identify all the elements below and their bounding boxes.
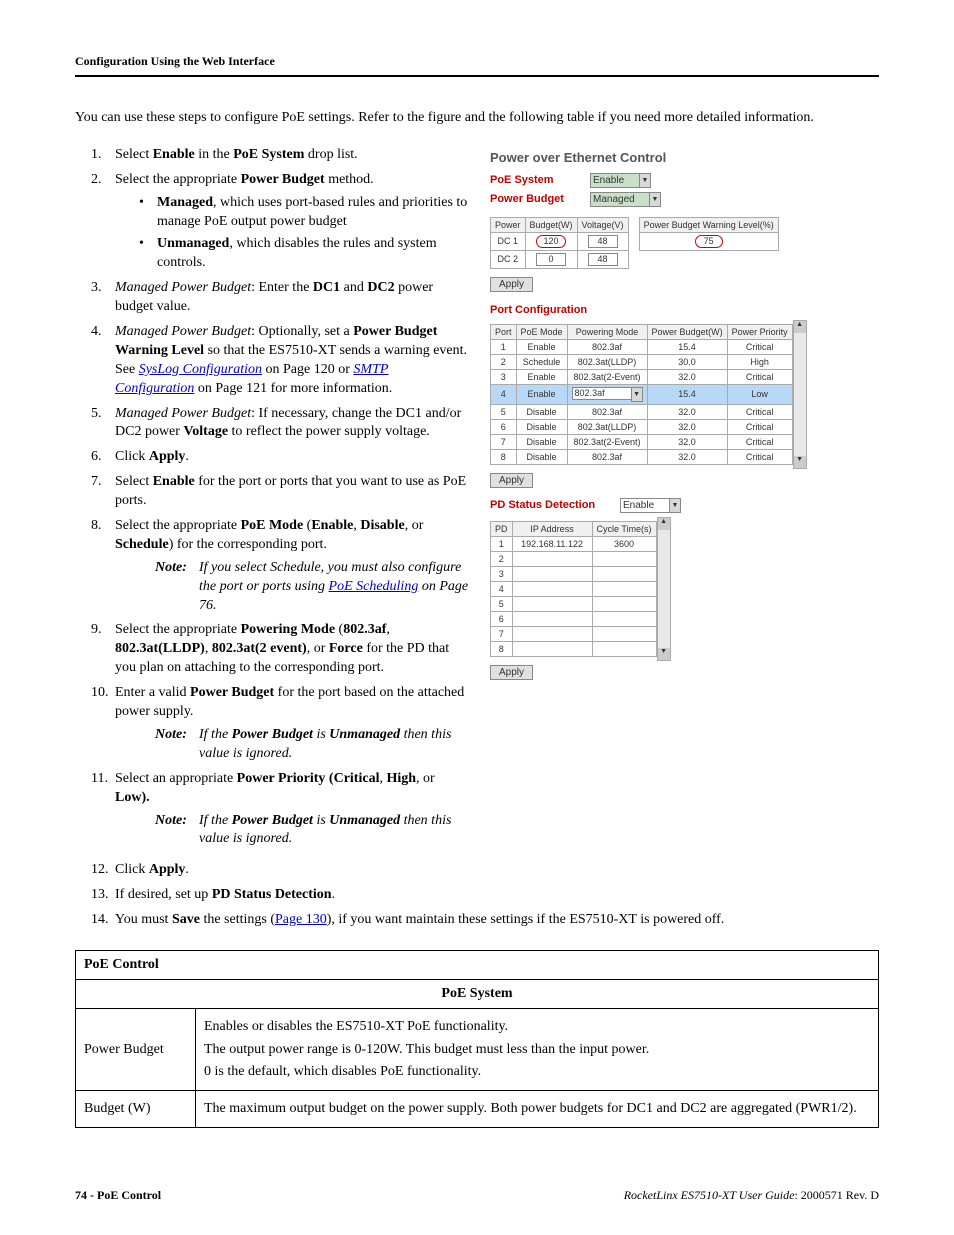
step-4: Managed Power Budget: Optionally, set a … bbox=[75, 323, 470, 399]
step-11-note: Note: If the Power Budget is Unmanaged t… bbox=[155, 812, 470, 850]
scroll-down-icon[interactable]: ▼ bbox=[794, 456, 806, 468]
intro-text: You can use these steps to configure PoE… bbox=[75, 109, 879, 128]
dc2-budget-input[interactable]: 0 bbox=[536, 253, 566, 266]
step-12: Click Apply. bbox=[75, 861, 879, 880]
step-10: Enter a valid Power Budget for the port … bbox=[75, 684, 470, 764]
step-3: Managed Power Budget: Enter the DC1 and … bbox=[75, 279, 470, 317]
table-row[interactable]: 2Schedule802.3at(LLDP)30.0High bbox=[491, 354, 793, 369]
apply-button-3[interactable]: Apply bbox=[490, 665, 533, 680]
step-8-note: Note: If you select Schedule, you must a… bbox=[155, 559, 470, 616]
dropdown-arrow-icon[interactable]: ▼ bbox=[669, 498, 681, 513]
step-1: Select Enable in the PoE System drop lis… bbox=[75, 146, 470, 165]
step-6: Click Apply. bbox=[75, 448, 470, 467]
scrollbar[interactable]: ▲ ▼ bbox=[793, 320, 807, 469]
pd-status-select[interactable]: Enable bbox=[620, 498, 670, 513]
page-130-link[interactable]: Page 130 bbox=[275, 912, 327, 927]
scrollbar[interactable]: ▲ ▼ bbox=[657, 517, 671, 661]
step-2-bullet-2: Unmanaged, which disables the rules and … bbox=[115, 235, 470, 273]
table-row[interactable]: 4 bbox=[491, 581, 657, 596]
steps-list: Select Enable in the PoE System drop lis… bbox=[75, 146, 470, 849]
apply-button-2[interactable]: Apply bbox=[490, 473, 533, 488]
poe-system-label: PoE System bbox=[490, 174, 590, 186]
desc-section: PoE System bbox=[76, 980, 879, 1009]
step-2-bullet-1: Managed, which uses port-based rules and… bbox=[115, 194, 470, 232]
table-row[interactable]: 4Enable802.3af▼15.4Low bbox=[491, 384, 793, 404]
scroll-up-icon[interactable]: ▲ bbox=[794, 321, 806, 333]
step-10-note: Note: If the Power Budget is Unmanaged t… bbox=[155, 726, 470, 764]
dc2-voltage-input[interactable]: 48 bbox=[588, 253, 618, 266]
step-9: Select the appropriate Powering Mode (80… bbox=[75, 621, 470, 678]
ui-title: Power over Ethernet Control bbox=[490, 150, 879, 165]
table-row[interactable]: 7 bbox=[491, 626, 657, 641]
dc1-label: DC 1 bbox=[491, 232, 526, 250]
table-row[interactable]: 1192.168.11.1223600 bbox=[491, 536, 657, 551]
step-13: If desired, set up PD Status Detection. bbox=[75, 886, 879, 905]
steps-list-continued: Click Apply. If desired, set up PD Statu… bbox=[75, 855, 879, 936]
step-8: Select the appropriate PoE Mode (Enable,… bbox=[75, 517, 470, 615]
table-row[interactable]: 5Disable802.3af32.0Critical bbox=[491, 404, 793, 419]
table-row[interactable]: 6Disable802.3at(LLDP)32.0Critical bbox=[491, 419, 793, 434]
footer-left: 74 - PoE Control bbox=[75, 1188, 161, 1203]
table-row[interactable]: 5 bbox=[491, 596, 657, 611]
apply-button-1[interactable]: Apply bbox=[490, 277, 533, 292]
step-11: Select an appropriate Power Priority (Cr… bbox=[75, 770, 470, 850]
table-row[interactable]: 8 bbox=[491, 641, 657, 656]
dc2-label: DC 2 bbox=[491, 250, 526, 268]
step-5: Managed Power Budget: If necessary, chan… bbox=[75, 405, 470, 443]
page-header: Configuration Using the Web Interface bbox=[75, 54, 879, 77]
table-row[interactable]: 1Enable802.3af15.4Critical bbox=[491, 339, 793, 354]
table-row[interactable]: 7Disable802.3at(2-Event)32.0Critical bbox=[491, 434, 793, 449]
desc-row-label: Power Budget bbox=[76, 1009, 196, 1091]
power-table: PowerBudget(W)Voltage(V) DC 1 120 48 DC … bbox=[490, 217, 629, 269]
power-budget-select[interactable]: Managed bbox=[590, 192, 650, 207]
pd-status-label: PD Status Detection bbox=[490, 499, 620, 511]
port-config-table: PortPoE ModePowering ModePower Budget(W)… bbox=[490, 324, 793, 465]
poe-scheduling-link[interactable]: PoE Scheduling bbox=[329, 579, 419, 594]
warning-table: Power Budget Warning Level(%) 75 bbox=[639, 217, 779, 251]
dropdown-arrow-icon[interactable]: ▼ bbox=[639, 173, 651, 188]
pd-status-table: PDIP AddressCycle Time(s) 1192.168.11.12… bbox=[490, 521, 657, 657]
dropdown-arrow-icon[interactable]: ▼ bbox=[649, 192, 661, 207]
scroll-up-icon[interactable]: ▲ bbox=[658, 518, 670, 530]
step-2: Select the appropriate Power Budget meth… bbox=[75, 171, 470, 273]
step-7: Select Enable for the port or ports that… bbox=[75, 473, 470, 511]
step-14: You must Save the settings (Page 130), i… bbox=[75, 911, 879, 930]
scroll-down-icon[interactable]: ▼ bbox=[658, 648, 670, 660]
power-budget-label: Power Budget bbox=[490, 193, 590, 205]
dropdown-arrow-icon[interactable]: ▼ bbox=[631, 387, 643, 402]
dc1-voltage-input[interactable]: 48 bbox=[588, 235, 618, 248]
syslog-config-link[interactable]: SysLog Configuration bbox=[139, 362, 262, 377]
desc-row-body: Enables or disables the ES7510-XT PoE fu… bbox=[196, 1009, 879, 1091]
ui-screenshot: Power over Ethernet Control PoE System E… bbox=[490, 150, 879, 684]
desc-row-body: The maximum output budget on the power s… bbox=[196, 1090, 879, 1127]
desc-row-label: Budget (W) bbox=[76, 1090, 196, 1127]
table-row[interactable]: 3Enable802.3at(2-Event)32.0Critical bbox=[491, 369, 793, 384]
table-row[interactable]: 3 bbox=[491, 566, 657, 581]
desc-title: PoE Control bbox=[76, 950, 879, 979]
table-row[interactable]: 2 bbox=[491, 551, 657, 566]
table-row[interactable]: 6 bbox=[491, 611, 657, 626]
table-row[interactable]: 8Disable802.3af32.0Critical bbox=[491, 449, 793, 464]
page-footer: 74 - PoE Control RocketLinx ES7510-XT Us… bbox=[75, 1188, 879, 1203]
poe-system-select[interactable]: Enable bbox=[590, 173, 640, 188]
footer-right: RocketLinx ES7510-XT User Guide: 2000571… bbox=[624, 1188, 879, 1203]
dc1-budget-input[interactable]: 120 bbox=[536, 235, 566, 248]
description-table: PoE Control PoE System Power Budget Enab… bbox=[75, 950, 879, 1128]
warning-level-input[interactable]: 75 bbox=[695, 235, 723, 248]
port-config-title: Port Configuration bbox=[490, 304, 879, 316]
